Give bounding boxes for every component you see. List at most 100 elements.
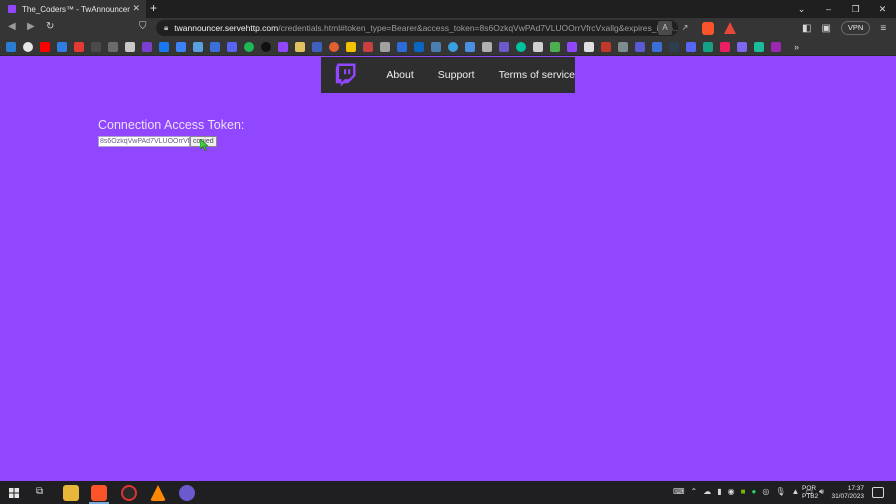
bookmark-app-icon[interactable]	[397, 41, 407, 52]
brave-shields-icon[interactable]	[702, 21, 714, 35]
bookmark-app-icon[interactable]	[703, 41, 713, 52]
address-bar[interactable]: 🔒︎ twannouncer.servehttp.com /credential…	[156, 20, 678, 36]
bookmark-app-icon[interactable]	[550, 41, 560, 52]
vpn-button[interactable]: VPN	[840, 21, 871, 35]
access-token-field[interactable]	[98, 136, 190, 147]
bookmark-app-icon[interactable]	[635, 41, 645, 52]
bookmark-icon[interactable]: ⛉	[139, 21, 147, 32]
bookmark-youtube-icon[interactable]	[40, 41, 50, 52]
bookmark-app-icon[interactable]	[584, 41, 594, 52]
reload-icon[interactable]: ↻	[46, 21, 54, 32]
twitch-favicon-icon	[8, 5, 16, 13]
bookmark-spotify-icon[interactable]	[244, 41, 254, 52]
bookmark-github-icon[interactable]	[23, 41, 33, 52]
bookmark-app-icon[interactable]	[482, 41, 492, 52]
share-icon[interactable]: ↗	[678, 21, 692, 35]
bookmark-app-icon[interactable]	[652, 41, 662, 52]
bookmark-discord-icon[interactable]	[227, 41, 237, 52]
close-window-button[interactable]: ✕	[869, 0, 896, 18]
bookmark-app-icon[interactable]	[210, 41, 220, 52]
windows-start-icon[interactable]	[9, 488, 19, 498]
bookmark-app-icon[interactable]	[74, 41, 84, 52]
mouse-cursor-icon	[200, 139, 209, 151]
browser-tab[interactable]: The_Coders™ - TwAnnouncer ✕	[0, 0, 146, 18]
url-path: /credentials.html#token_type=Bearer&acce…	[278, 23, 678, 33]
tray-app-icon[interactable]: ▲	[791, 487, 799, 497]
bookmark-app-icon[interactable]	[720, 41, 730, 52]
address-bar-actions: A ↗	[658, 21, 692, 35]
new-tab-button[interactable]: +	[150, 2, 157, 14]
menu-icon[interactable]: ≡	[880, 23, 886, 34]
bookmark-wordpress-icon[interactable]	[448, 41, 458, 52]
language-code: POR	[802, 485, 817, 492]
tab-close-icon[interactable]: ✕	[132, 3, 140, 14]
back-icon[interactable]: ◀	[8, 21, 16, 32]
bookmark-app-icon[interactable]	[601, 41, 611, 52]
language-indicator[interactable]: POR PTB2	[802, 485, 818, 501]
bookmark-app-icon[interactable]	[533, 41, 543, 52]
nav-link-support[interactable]: Support	[438, 69, 475, 81]
app-icon[interactable]	[179, 485, 195, 501]
bookmark-app-icon[interactable]	[567, 41, 577, 52]
bookmark-app-icon[interactable]	[737, 41, 747, 52]
bookmark-linkedin-icon[interactable]	[414, 41, 424, 52]
nav-link-terms[interactable]: Terms of service	[499, 69, 575, 81]
wallet-icon[interactable]: ▣	[821, 23, 830, 34]
bookmark-app-icon[interactable]	[346, 41, 356, 52]
brave-rewards-icon[interactable]	[724, 22, 736, 34]
bookmark-app-icon[interactable]	[108, 41, 118, 52]
bookmark-app-icon[interactable]	[618, 41, 628, 52]
bookmark-app-icon[interactable]	[499, 41, 509, 52]
keyboard-icon[interactable]: ⌨	[673, 487, 685, 497]
tray-app-icon[interactable]: ●	[751, 487, 756, 497]
bookmark-amazon-icon[interactable]	[125, 41, 135, 52]
bookmark-app-icon[interactable]	[176, 41, 186, 52]
vlc-icon[interactable]	[150, 485, 166, 501]
bookmark-app-icon[interactable]	[278, 41, 288, 52]
microphone-icon[interactable]: 🎙︎	[775, 487, 785, 497]
bookmark-app-icon[interactable]	[669, 41, 679, 52]
bookmark-app-icon[interactable]	[754, 41, 764, 52]
chevron-up-icon[interactable]: ⌃	[691, 487, 698, 497]
nvidia-icon[interactable]: ■	[741, 487, 746, 497]
sidebar-icon[interactable]: ◧	[802, 23, 811, 34]
bookmark-app-icon[interactable]	[295, 41, 305, 52]
bookmark-app-icon[interactable]	[771, 41, 781, 52]
bookmarks-overflow-icon[interactable]: »	[794, 42, 799, 52]
bookmark-app-icon[interactable]	[516, 41, 526, 52]
bookmark-app-icon[interactable]	[261, 41, 271, 52]
bookmark-app-icon[interactable]	[465, 41, 475, 52]
restore-button[interactable]: ❐	[842, 0, 869, 18]
system-clock[interactable]: 17:37 31/07/2023	[826, 485, 864, 501]
bookmark-app-icon[interactable]	[312, 41, 322, 52]
file-explorer-icon[interactable]	[63, 485, 79, 501]
bookmark-outlook-icon[interactable]	[6, 41, 16, 52]
bookmark-steam-icon[interactable]	[431, 41, 441, 52]
nav-link-about[interactable]: About	[386, 69, 413, 81]
task-view-icon[interactable]: ⧉	[36, 486, 43, 497]
bookmark-facebook-icon[interactable]	[159, 41, 169, 52]
brave-browser-icon[interactable]	[91, 485, 107, 501]
lock-icon[interactable]: 🔒︎	[164, 23, 168, 33]
tray-app-icon[interactable]: ◎	[762, 487, 769, 497]
bookmark-app-icon[interactable]	[57, 41, 67, 52]
bookmark-app-icon[interactable]	[686, 41, 696, 52]
tab-search-button[interactable]: ⌄	[788, 0, 815, 18]
bookmark-app-icon[interactable]	[193, 41, 203, 52]
obs-icon[interactable]	[121, 485, 137, 501]
twitch-logo-icon[interactable]	[335, 60, 356, 90]
bookmark-app-icon[interactable]	[329, 41, 339, 52]
bookmark-app-icon[interactable]	[363, 41, 373, 52]
bookmark-twitch-icon[interactable]	[142, 41, 152, 52]
notifications-icon[interactable]	[872, 487, 884, 498]
tray-app-icon[interactable]: ☁	[703, 487, 711, 497]
bookmark-app-icon[interactable]	[380, 41, 390, 52]
translate-icon[interactable]: A	[658, 21, 672, 35]
minimize-button[interactable]: –	[815, 0, 842, 18]
bookmark-app-icon[interactable]	[91, 41, 101, 52]
tray-app-icon[interactable]: ▮	[717, 487, 721, 497]
volume-icon[interactable]: 🔊︎	[819, 487, 824, 497]
window-controls: ⌄ – ❐ ✕	[788, 0, 896, 18]
tray-app-icon[interactable]: ◉	[728, 487, 735, 497]
forward-icon[interactable]: ▶	[27, 21, 35, 32]
